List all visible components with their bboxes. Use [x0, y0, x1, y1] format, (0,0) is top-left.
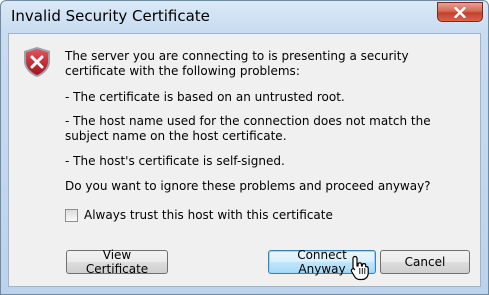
dialog-title: Invalid Security Certificate: [11, 7, 210, 25]
security-warning-shield-icon: [24, 47, 50, 77]
close-icon: [454, 6, 466, 18]
problem-item: - The certificate is based on an untrust…: [65, 90, 345, 104]
title-bar[interactable]: Invalid Security Certificate: [1, 1, 488, 33]
dialog-window: Invalid Security Certificate The server …: [0, 0, 489, 295]
problem-item: - The host name used for the connection …: [65, 114, 431, 143]
problem-item: - The host's certificate is self-signed.: [65, 154, 285, 168]
hand-cursor-icon: [350, 255, 369, 281]
view-certificate-button[interactable]: View Certificate: [66, 248, 168, 276]
always-trust-option[interactable]: Always trust this host with this certifi…: [65, 208, 333, 222]
always-trust-checkbox[interactable]: [65, 208, 78, 222]
always-trust-label[interactable]: Always trust this host with this certifi…: [84, 208, 333, 222]
intro-text: The server you are connecting to is pres…: [65, 49, 409, 78]
dialog-body: The server you are connecting to is pres…: [8, 33, 481, 287]
question-text: Do you want to ignore these problems and…: [65, 179, 431, 193]
cancel-button[interactable]: Cancel: [380, 250, 470, 274]
close-button[interactable]: [437, 2, 483, 22]
